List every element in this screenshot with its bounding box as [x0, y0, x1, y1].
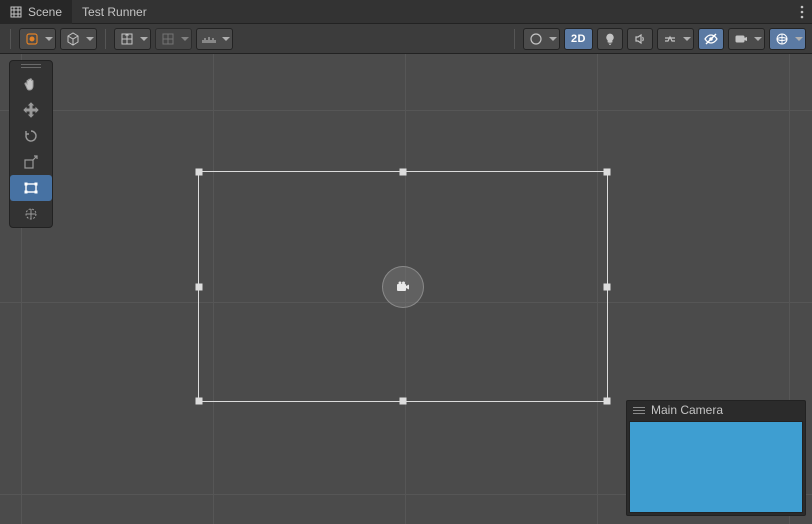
caret-down-icon: [222, 37, 230, 41]
hand-tool[interactable]: [10, 71, 52, 97]
resize-handle-s[interactable]: [400, 398, 407, 405]
camera-preview-title: Main Camera: [651, 403, 723, 417]
camera-icon: [394, 278, 412, 296]
tab-label: Scene: [28, 5, 62, 19]
scale-tool[interactable]: [10, 149, 52, 175]
camera-preview-header[interactable]: Main Camera: [627, 401, 805, 419]
snap-increment-dropdown[interactable]: [155, 28, 192, 50]
tool-options-dropdown[interactable]: [19, 28, 56, 50]
2d-label: 2D: [571, 33, 586, 45]
caret-down-icon: [754, 37, 762, 41]
toolbar-separator: [10, 29, 11, 49]
tab-menu-button[interactable]: [792, 0, 812, 24]
caret-down-icon: [86, 37, 94, 41]
transform-tool[interactable]: [10, 201, 52, 227]
caret-down-icon: [181, 37, 189, 41]
resize-handle-nw[interactable]: [196, 169, 203, 176]
increment-snap-dropdown[interactable]: [196, 28, 233, 50]
tab-test-runner[interactable]: Test Runner: [72, 0, 157, 24]
resize-handle-n[interactable]: [400, 169, 407, 176]
resize-handle-w[interactable]: [196, 283, 203, 290]
tab-label: Test Runner: [82, 5, 147, 19]
audio-toggle-button[interactable]: [627, 28, 653, 50]
tab-scene[interactable]: Scene: [0, 0, 72, 24]
visibility-toggle-button[interactable]: [698, 28, 724, 50]
shading-mode-dropdown[interactable]: [523, 28, 560, 50]
camera-gizmo[interactable]: [382, 266, 424, 308]
camera-settings-dropdown[interactable]: [728, 28, 765, 50]
tab-bar: Scene Test Runner: [0, 0, 812, 24]
camera-preview-viewport: [629, 421, 803, 513]
palette-drag-handle[interactable]: [10, 61, 52, 71]
draw-mode-dropdown[interactable]: [60, 28, 97, 50]
rotate-tool[interactable]: [10, 123, 52, 149]
resize-handle-ne[interactable]: [604, 169, 611, 176]
gizmo-dropdown[interactable]: [769, 28, 806, 50]
2d-toggle-button[interactable]: 2D: [564, 28, 593, 50]
tool-palette: [9, 60, 53, 228]
toolbar-separator: [105, 29, 106, 49]
lighting-toggle-button[interactable]: [597, 28, 623, 50]
camera-preview-panel[interactable]: Main Camera: [626, 400, 806, 516]
effects-dropdown[interactable]: [657, 28, 694, 50]
scene-toolbar: 2D: [0, 24, 812, 54]
resize-handle-se[interactable]: [604, 398, 611, 405]
resize-handle-sw[interactable]: [196, 398, 203, 405]
resize-handle-e[interactable]: [604, 283, 611, 290]
move-tool[interactable]: [10, 97, 52, 123]
caret-down-icon: [549, 37, 557, 41]
rect-tool[interactable]: [10, 175, 52, 201]
scene-viewport[interactable]: Main Camera: [0, 54, 812, 524]
drag-handle-icon: [633, 407, 645, 414]
caret-down-icon: [45, 37, 53, 41]
caret-down-icon: [683, 37, 691, 41]
grid-snap-dropdown[interactable]: [114, 28, 151, 50]
caret-down-icon: [795, 37, 803, 41]
grid-icon: [10, 6, 22, 18]
caret-down-icon: [140, 37, 148, 41]
toolbar-separator: [514, 29, 515, 49]
